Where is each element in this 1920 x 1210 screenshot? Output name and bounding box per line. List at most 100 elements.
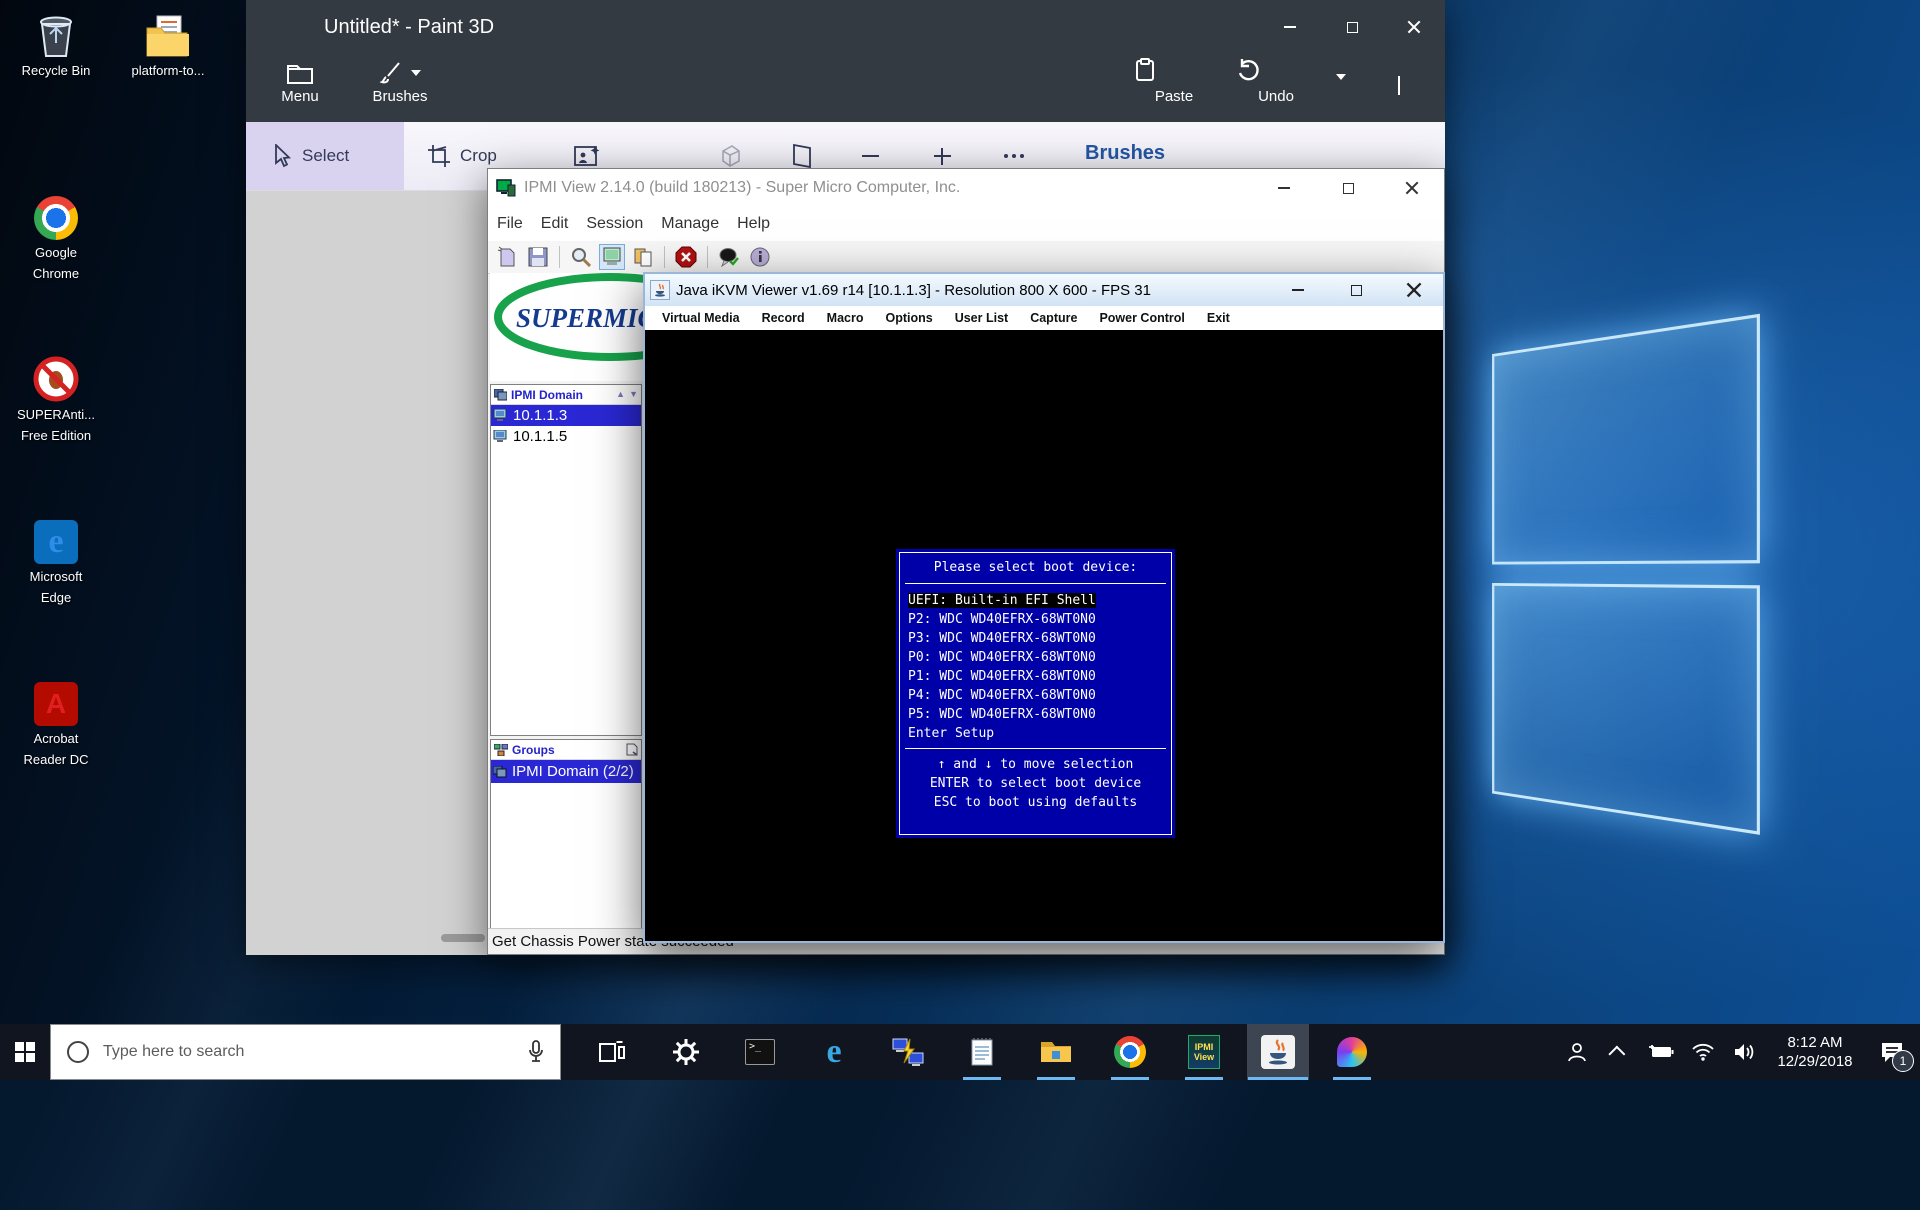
action-center-button[interactable]: 1 — [1864, 1024, 1920, 1080]
icon-label2: Free Edition — [10, 428, 102, 444]
menu-capture[interactable]: Capture — [1021, 311, 1086, 325]
menu-record[interactable]: Record — [753, 311, 814, 325]
menu-user-list[interactable]: User List — [946, 311, 1018, 325]
ipmi-toolbar — [488, 241, 1444, 274]
canvas-scrollbar-thumb[interactable] — [441, 934, 485, 942]
sort-descending-icon[interactable]: ▼ — [629, 390, 638, 399]
speaker-icon — [1734, 1043, 1756, 1061]
desktop-icon-google-chrome[interactable]: Google Chrome — [10, 190, 102, 282]
boot-option-p0[interactable]: P0: WDC WD40EFRX-68WT0N0 — [905, 648, 1166, 667]
menu-macro[interactable]: Macro — [818, 311, 873, 325]
copy-icon[interactable] — [630, 244, 656, 270]
remote-console-screen[interactable]: Please select boot device: UEFI: Built-i… — [645, 330, 1443, 941]
desktop-icon-platform-folder[interactable]: platform-to... — [122, 8, 214, 84]
maximize-button[interactable] — [1321, 0, 1383, 54]
taskbar-app-java-ikvm[interactable] — [1247, 1024, 1309, 1080]
menu-virtual-media[interactable]: Virtual Media — [653, 311, 749, 325]
select-tool[interactable]: Select — [272, 122, 349, 190]
maximize-button[interactable] — [1316, 169, 1380, 207]
start-button[interactable] — [0, 1024, 50, 1080]
new-group-icon[interactable] — [626, 743, 638, 756]
undo-button[interactable]: Undo — [1236, 58, 1316, 105]
boot-option-enter-setup[interactable]: Enter Setup — [905, 724, 1166, 743]
stop-icon[interactable] — [673, 244, 699, 270]
minimize-button[interactable] — [1269, 274, 1327, 306]
brush-icon — [379, 61, 403, 85]
taskbar-app-notepad[interactable] — [951, 1024, 1013, 1080]
tray-overflow-button[interactable] — [1598, 1024, 1640, 1080]
network-button[interactable] — [1682, 1024, 1724, 1080]
close-button[interactable] — [1385, 274, 1443, 306]
paint-3d-icon — [1337, 1037, 1367, 1067]
paste-button[interactable]: Paste — [1134, 58, 1214, 105]
taskbar-app-command-prompt[interactable] — [729, 1024, 791, 1080]
taskbar-clock[interactable]: 8:12 AM 12/29/2018 — [1766, 1033, 1864, 1071]
clock-time: 8:12 AM — [1766, 1033, 1864, 1052]
taskbar-app-file-explorer[interactable] — [1025, 1024, 1087, 1080]
search-icon[interactable] — [568, 244, 594, 270]
history-dropdown-button[interactable] — [1336, 80, 1346, 98]
tree-item-10.1.1.3[interactable]: 10.1.1.3 — [491, 405, 641, 426]
taskbar-search[interactable]: Type here to search — [50, 1024, 561, 1080]
info-icon[interactable] — [747, 244, 773, 270]
taskbar-app-remote-kvm[interactable] — [877, 1024, 939, 1080]
microphone-icon[interactable] — [528, 1040, 544, 1064]
boot-option-p4[interactable]: P4: WDC WD40EFRX-68WT0N0 — [905, 686, 1166, 705]
people-button[interactable] — [1556, 1024, 1598, 1080]
group-item-ipmi-domain[interactable]: IPMI Domain (2/2) — [491, 760, 641, 783]
boot-option-p3[interactable]: P3: WDC WD40EFRX-68WT0N0 — [905, 629, 1166, 648]
save-icon[interactable] — [525, 244, 551, 270]
desktop-icon-microsoft-edge[interactable]: Microsoft Edge — [10, 514, 102, 606]
taskbar-app-ipmi-view[interactable]: IPMIView — [1173, 1024, 1235, 1080]
menu-label: Menu — [258, 88, 342, 105]
taskbar-app-paint-3d[interactable] — [1321, 1024, 1383, 1080]
server-icon — [493, 409, 508, 422]
tree-item-10.1.1.5[interactable]: 10.1.1.5 — [491, 426, 641, 447]
maximize-button[interactable] — [1327, 274, 1385, 306]
tree-header[interactable]: IPMI Domain ▲ ▼ — [491, 385, 641, 405]
collapse-ribbon-button[interactable] — [1398, 78, 1400, 96]
notification-badge: 1 — [1892, 1050, 1914, 1072]
brushes-button[interactable]: Brushes — [358, 58, 442, 105]
volume-button[interactable] — [1724, 1024, 1766, 1080]
minimize-button[interactable] — [1252, 169, 1316, 207]
boot-option-p5[interactable]: P5: WDC WD40EFRX-68WT0N0 — [905, 705, 1166, 724]
edge-icon — [10, 514, 102, 564]
domain-icon — [494, 389, 507, 401]
menu-edit[interactable]: Edit — [532, 215, 578, 233]
file-explorer-icon — [1040, 1039, 1072, 1065]
taskbar-app-chrome[interactable] — [1099, 1024, 1161, 1080]
supermicro-logo-text: SUPERMICRO — [516, 303, 644, 333]
close-button[interactable] — [1383, 0, 1445, 54]
close-button[interactable] — [1380, 169, 1444, 207]
menu-help[interactable]: Help — [728, 215, 779, 233]
window-title: Untitled* - Paint 3D — [324, 0, 494, 54]
desktop-icon-recycle-bin[interactable]: Recycle Bin — [10, 8, 102, 84]
taskbar-app-settings[interactable] — [655, 1024, 717, 1080]
minimize-button[interactable] — [1259, 0, 1321, 54]
people-icon — [1567, 1042, 1587, 1062]
machine-view-icon[interactable] — [599, 244, 625, 270]
new-session-icon[interactable] — [494, 244, 520, 270]
menu-manage[interactable]: Manage — [652, 215, 728, 233]
menu-options[interactable]: Options — [876, 311, 941, 325]
taskbar-app-edge[interactable] — [803, 1024, 865, 1080]
groups-header[interactable]: Groups — [491, 740, 641, 760]
icon-label2: Edge — [10, 590, 102, 606]
menu-session[interactable]: Session — [577, 215, 652, 233]
menu-exit[interactable]: Exit — [1198, 311, 1239, 325]
sort-ascending-icon[interactable]: ▲ — [616, 390, 625, 399]
menu-button[interactable]: Menu — [258, 58, 342, 105]
boot-option-p2[interactable]: P2: WDC WD40EFRX-68WT0N0 — [905, 610, 1166, 629]
boot-option-uefi-shell[interactable]: UEFI: Built-in EFI Shell — [905, 591, 1166, 610]
icon-label2: Reader DC — [10, 752, 102, 768]
boot-option-p1[interactable]: P1: WDC WD40EFRX-68WT0N0 — [905, 667, 1166, 686]
desktop-icon-superantispyware[interactable]: SUPERAnti... Free Edition — [10, 352, 102, 444]
menu-power-control[interactable]: Power Control — [1090, 311, 1193, 325]
menu-file[interactable]: File — [488, 215, 532, 233]
chevron-down-icon — [411, 70, 421, 76]
desktop-icon-acrobat-reader[interactable]: Acrobat Reader DC — [10, 676, 102, 768]
task-view-button[interactable] — [581, 1024, 643, 1080]
chat-check-icon[interactable] — [716, 244, 742, 270]
battery-button[interactable] — [1640, 1024, 1682, 1080]
